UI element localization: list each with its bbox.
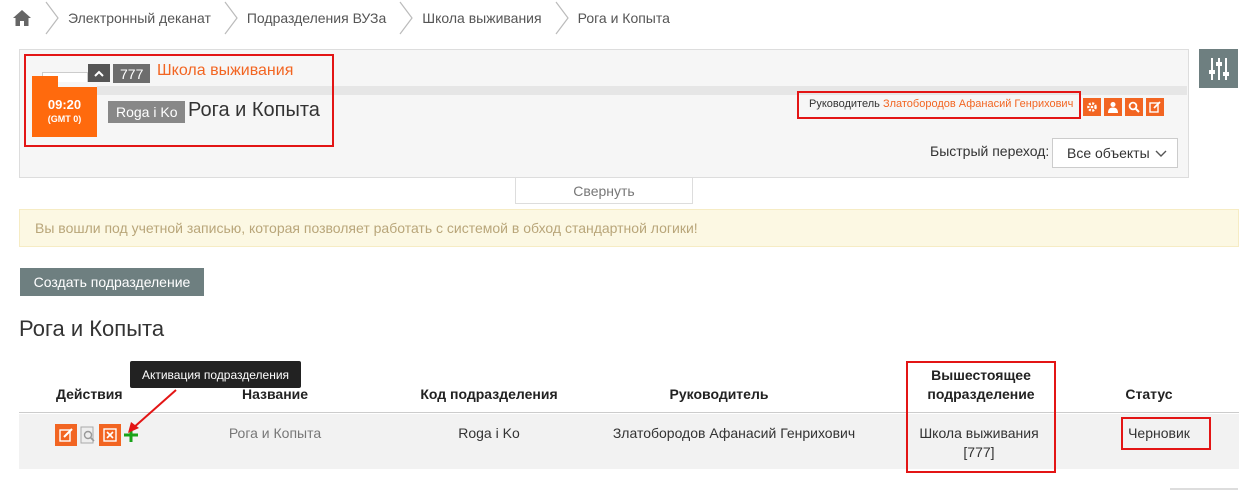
search-button[interactable] [1125,98,1143,116]
edit-icon [1149,101,1161,113]
breadcrumb-separator-icon [555,1,569,35]
preview-row-button[interactable] [80,425,96,445]
warning-alert: Вы вошли под учетной записью, которая по… [19,209,1239,247]
header-bar [97,86,1187,95]
leader-link[interactable]: Златобородов Афанасий Генрихович [883,98,1073,110]
edit-button[interactable] [1146,98,1164,116]
document-preview-icon [80,426,95,444]
header-action-icons [1083,98,1164,116]
settings-button[interactable] [1083,98,1101,116]
col-name: Название [241,386,309,402]
breadcrumb-item-current: Рога и Копыта [577,10,670,26]
quick-nav-label: Быстрый переход: [930,143,1050,159]
row-code: Roga i Ko [458,425,520,441]
chevron-up-icon [94,70,104,77]
breadcrumb-item[interactable]: Электронный деканат [60,0,223,36]
unit-code-badge: Roga i Ko [108,101,186,123]
row-parent-name: Школа выживания [919,425,1039,441]
col-status: Статус [1125,386,1173,402]
col-parent: Вышестоящее подразделение [911,367,1051,402]
row-name-link[interactable]: Рога и Копыта [205,425,345,441]
unit-name: Рога и Копыта [188,99,320,121]
col-leader: Руководитель [669,386,769,402]
expand-parent-button[interactable] [88,64,110,82]
breadcrumb: Электронный деканат Подразделения ВУЗа Ш… [0,0,682,36]
row-actions [55,424,138,446]
edit-icon [59,428,73,442]
col-parent-line2: подразделение [927,386,1035,402]
breadcrumb-separator-icon [45,1,59,35]
delete-row-button[interactable] [99,424,121,446]
activation-tooltip: Активация подразделения [130,361,301,388]
settings-sliders-icon [1208,57,1229,80]
activate-unit-button[interactable] [124,425,138,445]
delete-icon [103,428,117,442]
breadcrumb-separator-icon [224,1,238,35]
home-icon [13,10,31,26]
page-title: Рога и Копыта [19,316,165,341]
col-actions: Действия [56,386,123,402]
gear-icon [1087,102,1097,112]
bottom-divider [1170,488,1238,490]
leader-line: Руководитель Златобородов Афанасий Генри… [809,98,1073,110]
quick-nav-value: Все объекты [1067,145,1150,161]
clock-badge: 09:20 (GMT 0) [32,87,97,137]
breadcrumb-item[interactable]: Школа выживания [414,0,553,36]
parent-unit-link[interactable]: Школа выживания [157,62,293,80]
breadcrumb-separator-icon [399,1,414,35]
edit-row-button[interactable] [55,424,77,446]
clock-timezone: (GMT 0) [47,114,82,124]
row-parent: Школа выживания [777] [899,425,1059,460]
plus-icon [124,428,138,442]
user-icon [1108,102,1118,113]
clock-time: 09:20 [47,97,82,112]
leader-label: Руководитель [809,98,880,110]
collapse-header-button[interactable]: Свернуть [515,178,693,204]
chevron-down-icon [1155,150,1167,157]
parent-code-badge: 777 [113,64,151,83]
user-button[interactable] [1104,98,1122,116]
breadcrumb-item[interactable]: Подразделения ВУЗа [239,0,398,36]
unit-header-panel: 09:20 (GMT 0) 777 Школа выживания Roga i… [19,49,1189,178]
row-parent-code: [777] [963,444,995,460]
col-code: Код подразделения [420,386,558,402]
search-icon [1128,101,1140,113]
row-status: Черновик [1128,425,1190,441]
home-link[interactable] [0,0,44,36]
create-unit-button[interactable]: Создать подразделение [20,268,204,296]
quick-nav-select[interactable]: Все объекты [1052,138,1178,168]
row-leader: Златобородов Афанасий Генрихович [612,425,856,441]
col-parent-line1: Вышестоящее [931,367,1031,383]
page-settings-button[interactable] [1199,49,1238,88]
table-row: Рога и Копыта Roga i Ko Златобородов Афа… [19,414,1239,469]
